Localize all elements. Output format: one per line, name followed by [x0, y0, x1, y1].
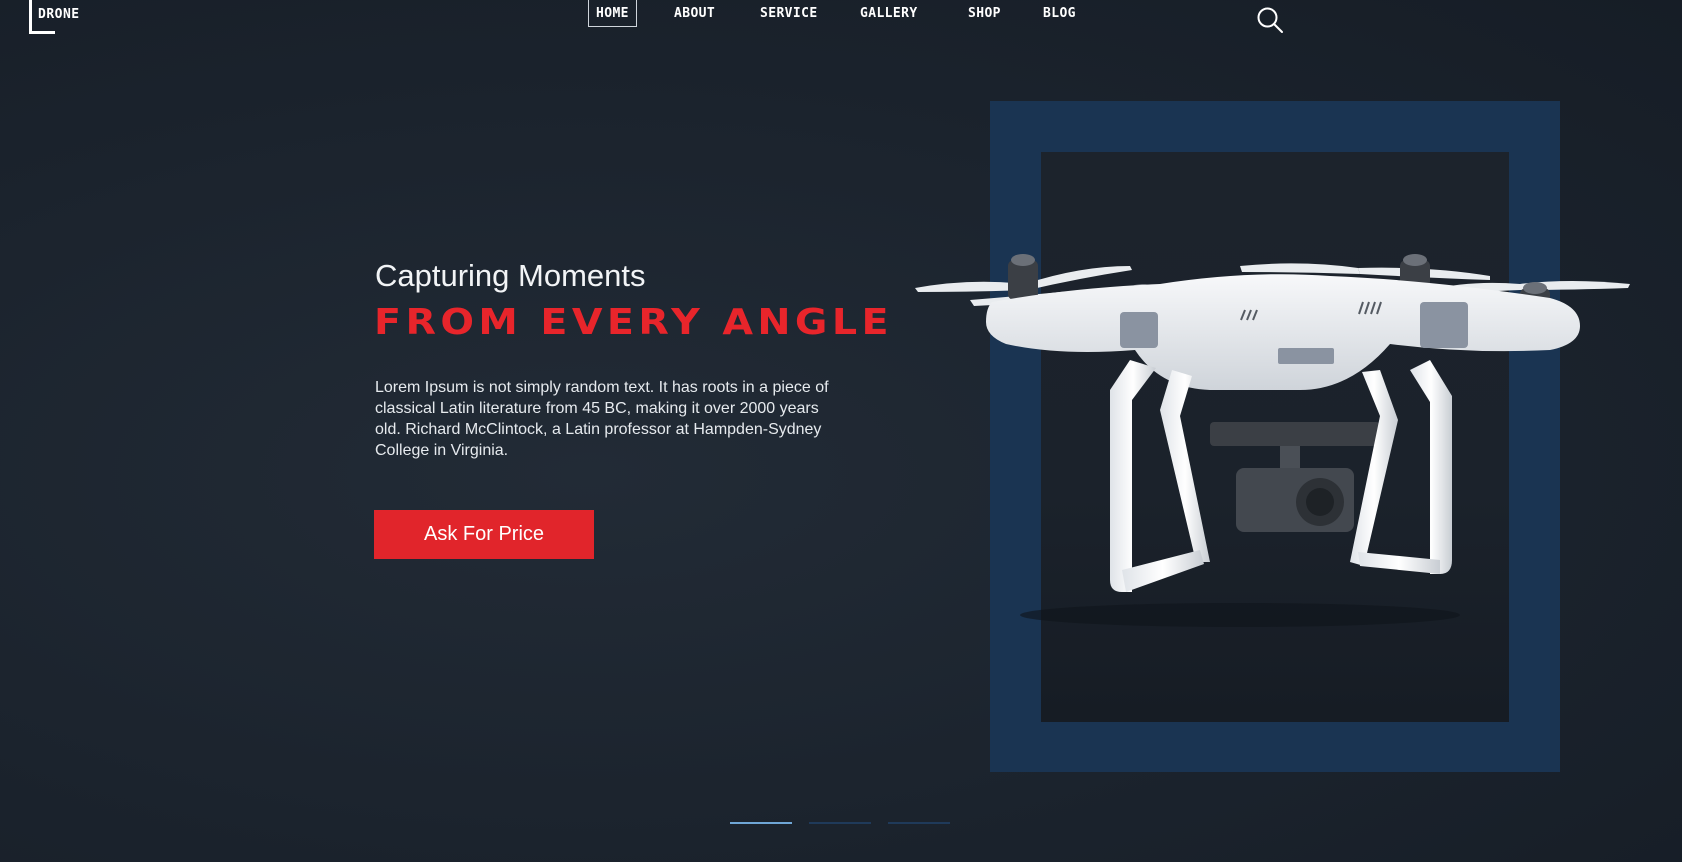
nav-item-service[interactable]: SERVICE: [760, 6, 818, 21]
nav-item-about[interactable]: ABOUT: [674, 6, 715, 21]
drone-image: [915, 254, 1630, 627]
nav-item-blog[interactable]: BLOG: [1043, 6, 1076, 21]
hero-subtitle: Capturing Moments: [375, 258, 646, 293]
slider-dot-3[interactable]: [888, 822, 950, 824]
slider-dot-2[interactable]: [809, 822, 871, 824]
hero-headline: FROM EVERY ANGLE: [374, 302, 893, 343]
main-nav: HOME ABOUT SERVICE GALLERY SHOP BLOG: [0, 0, 1682, 30]
nav-item-shop[interactable]: SHOP: [968, 6, 1001, 21]
nav-item-gallery[interactable]: GALLERY: [860, 6, 918, 21]
hero-description: Lorem Ipsum is not simply random text. I…: [375, 379, 829, 459]
search-icon[interactable]: [1256, 6, 1284, 34]
ask-for-price-button[interactable]: Ask For Price: [374, 510, 594, 559]
slider-dot-1[interactable]: [730, 822, 792, 824]
nav-item-home[interactable]: HOME: [588, 0, 637, 27]
